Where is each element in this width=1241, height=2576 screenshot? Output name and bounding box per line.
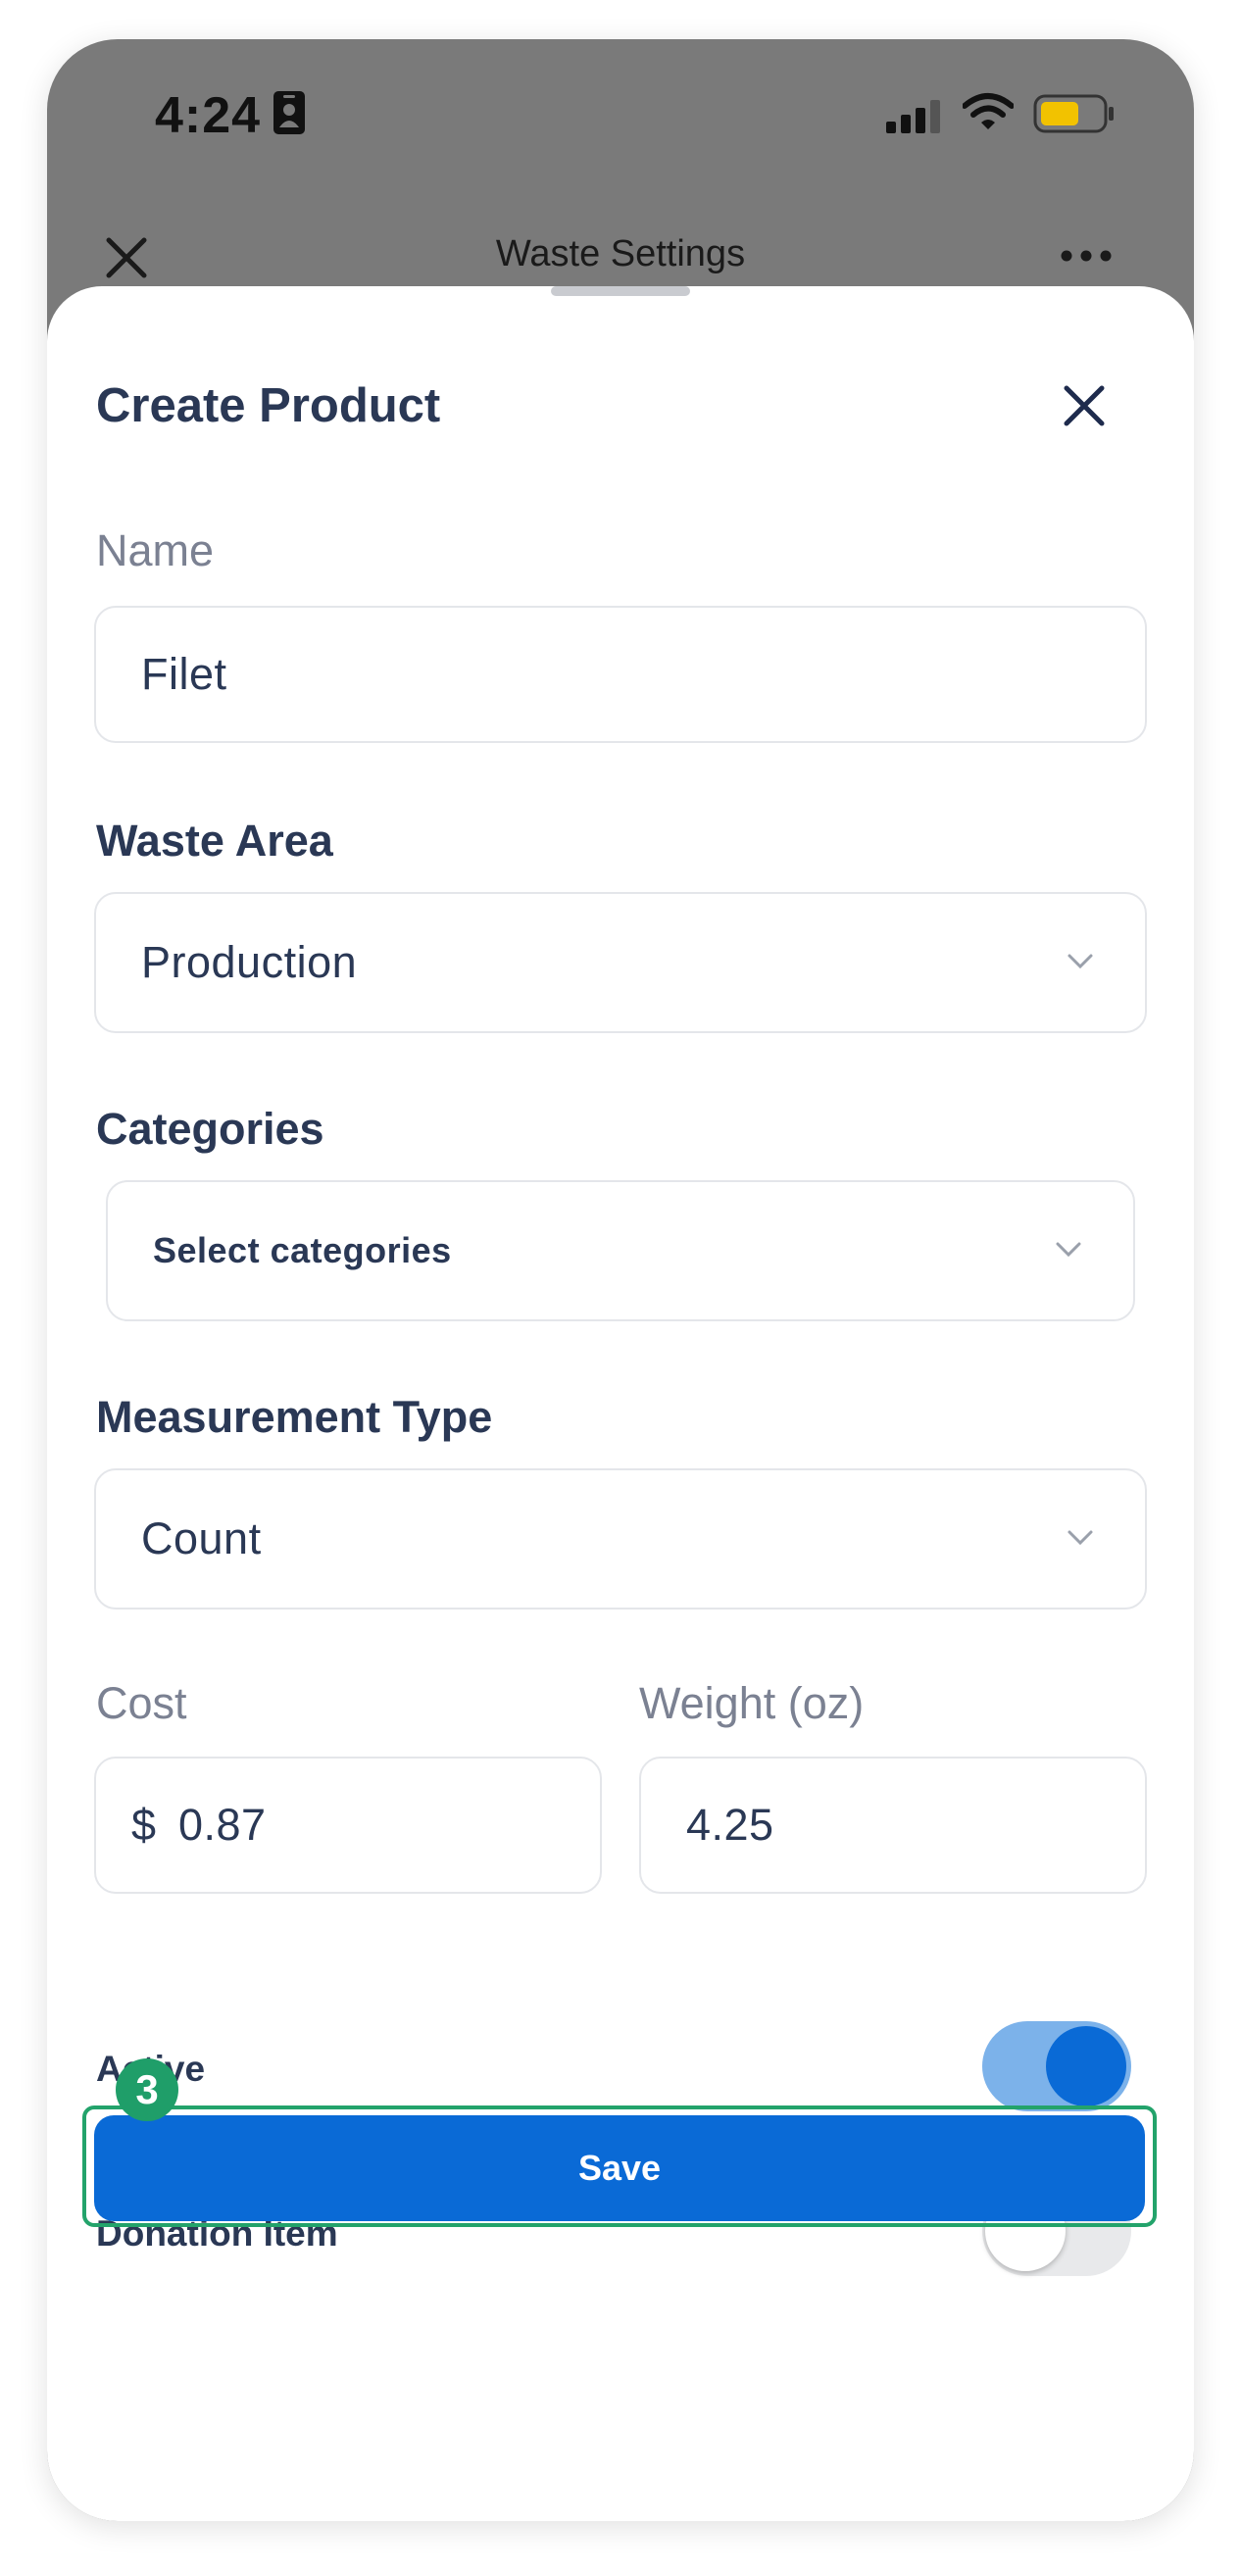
close-icon[interactable]	[1063, 384, 1106, 432]
sheet-title: Create Product	[96, 379, 441, 432]
name-label: Name	[96, 525, 215, 575]
battery-icon	[1033, 94, 1116, 138]
waste-area-select[interactable]: Production	[94, 892, 1147, 1033]
categories-label: Categories	[96, 1104, 324, 1154]
toggle-knob	[1046, 2026, 1126, 2106]
cost-input[interactable]: $ 0.87	[94, 1757, 602, 1894]
chevron-down-icon	[1067, 953, 1094, 975]
currency-prefix: $	[131, 1800, 157, 1850]
id-badge-icon	[273, 90, 306, 140]
weight-value: 4.25	[686, 1800, 774, 1850]
cost-value: 0.87	[178, 1800, 267, 1850]
active-toggle[interactable]	[982, 2021, 1131, 2111]
chevron-down-icon	[1055, 1241, 1082, 1263]
categories-select[interactable]: Select categories	[106, 1180, 1135, 1321]
name-value: Filet	[141, 649, 227, 699]
categories-placeholder: Select categories	[153, 1230, 452, 1270]
sheet-grabber[interactable]	[551, 286, 690, 296]
weight-input[interactable]: 4.25	[639, 1757, 1147, 1894]
measurement-type-value: Count	[141, 1513, 262, 1563]
save-button[interactable]: Save	[94, 2115, 1145, 2221]
measurement-type-label: Measurement Type	[96, 1392, 493, 1442]
wifi-icon	[962, 92, 1015, 136]
waste-area-value: Production	[141, 937, 358, 987]
signal-icon	[886, 100, 945, 138]
waste-area-label: Waste Area	[96, 816, 333, 866]
measurement-type-select[interactable]: Count	[94, 1468, 1147, 1610]
cost-label: Cost	[96, 1678, 187, 1728]
weight-label: Weight (oz)	[639, 1678, 865, 1728]
phone-screen: 4:24 Waste Settings Create Product Name …	[47, 39, 1194, 2521]
status-time: 4:24	[155, 87, 262, 144]
chevron-down-icon	[1067, 1529, 1094, 1552]
step-badge: 3	[116, 2058, 178, 2121]
name-input[interactable]: Filet	[94, 606, 1147, 743]
more-icon[interactable]	[1061, 249, 1112, 267]
background-nav-title: Waste Settings	[495, 233, 746, 274]
